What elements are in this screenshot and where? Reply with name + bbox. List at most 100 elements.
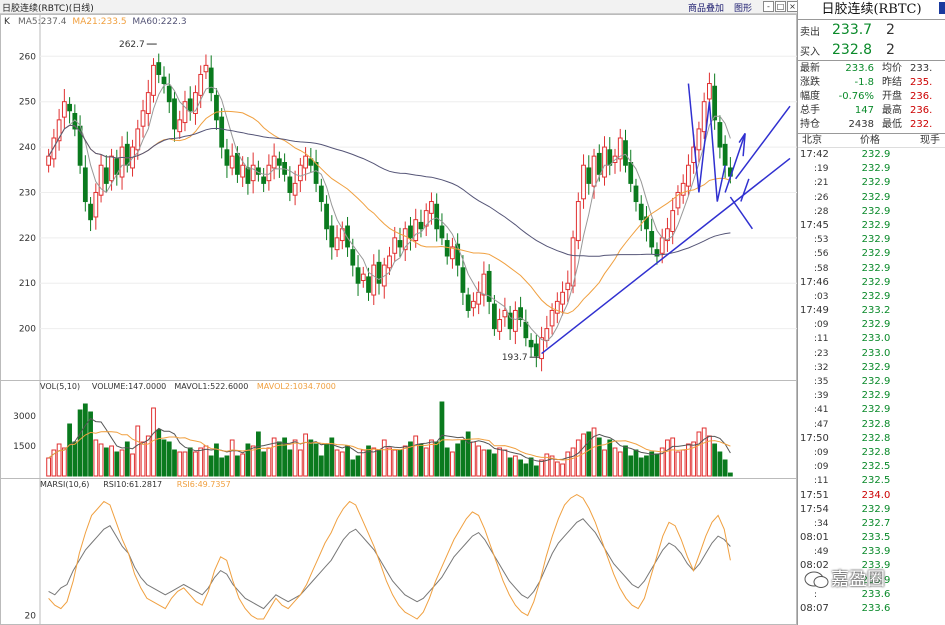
tick-row[interactable]: :41 232.9 bbox=[798, 403, 945, 417]
volume-bar bbox=[151, 407, 156, 477]
stat-value: 233.6 bbox=[845, 63, 874, 74]
legend-entry: MARSI(10,6) bbox=[40, 480, 89, 489]
volume-bar bbox=[570, 447, 576, 477]
candle-body bbox=[371, 264, 377, 296]
tick-price: 232.9 bbox=[861, 262, 891, 274]
stat-label: 开盘 bbox=[882, 91, 902, 102]
volume-bar bbox=[339, 451, 345, 477]
tick-time: :09 bbox=[814, 462, 829, 473]
volume-bar bbox=[193, 451, 198, 477]
kline-chart[interactable]: 200 210 220 230 240 250 260 K MA5:237.4 MA21:233.… bbox=[0, 0, 797, 625]
tick-row[interactable]: 17:45 232.9 bbox=[798, 219, 945, 233]
tick-price: 232.9 bbox=[861, 248, 891, 260]
candle-body bbox=[135, 128, 141, 151]
tick-row[interactable]: :32 232.9 bbox=[798, 361, 945, 375]
tick-time: :03 bbox=[814, 291, 829, 302]
tick-row[interactable]: :11 232.5 bbox=[798, 474, 945, 488]
volume-bar bbox=[465, 431, 471, 477]
candle-body bbox=[439, 225, 445, 239]
tick-row[interactable]: :35 232.9 bbox=[798, 375, 945, 389]
volume-bar bbox=[360, 449, 366, 477]
rsi10-line bbox=[48, 518, 731, 610]
candle-body bbox=[560, 291, 565, 305]
candle-body bbox=[161, 76, 167, 85]
annotation-label: 262.7 bbox=[119, 40, 145, 50]
tick-row[interactable]: 08:01 233.5 bbox=[798, 531, 945, 545]
quote-stats: 最新 233.6 均价 233. 涨跌 -1.8 昨结 235. 幅度 -0.76%… bbox=[798, 61, 945, 134]
volume-bar bbox=[502, 449, 508, 477]
volume-bar bbox=[72, 441, 78, 477]
volume-bar bbox=[177, 451, 183, 477]
tick-row[interactable]: 08:07 233.6 bbox=[798, 602, 945, 616]
candle-body bbox=[198, 73, 204, 96]
tick-row[interactable]: :09 232.8 bbox=[798, 446, 945, 460]
tick-row[interactable]: 17:54 232.9 bbox=[798, 503, 945, 517]
candle-body bbox=[649, 230, 655, 248]
tick-row[interactable]: :11 233.0 bbox=[798, 332, 945, 346]
candle-body bbox=[397, 240, 403, 248]
tick-row[interactable]: :53 232.9 bbox=[798, 233, 945, 247]
volume-bar bbox=[219, 457, 225, 477]
candle-body bbox=[481, 273, 487, 296]
tick-time: :11 bbox=[814, 476, 829, 487]
tick-row[interactable]: :39 232.9 bbox=[798, 389, 945, 403]
tick-price: 232.9 bbox=[861, 390, 891, 402]
volume-bar bbox=[471, 441, 476, 477]
y-tick-label: 240 bbox=[19, 143, 36, 153]
tick-price: 232.9 bbox=[861, 191, 891, 203]
tick-row[interactable]: :09 232.9 bbox=[798, 318, 945, 332]
candle-body bbox=[476, 291, 482, 305]
tick-row[interactable]: :58 232.9 bbox=[798, 262, 945, 276]
volume-bar bbox=[240, 453, 246, 477]
trendline-tick bbox=[740, 178, 750, 202]
tick-row[interactable]: 17:42 232.9 bbox=[798, 148, 945, 162]
tick-row[interactable]: 17:51 234.0 bbox=[798, 489, 945, 503]
stat-label: 持仓 bbox=[800, 119, 820, 130]
volume-bar bbox=[402, 445, 408, 477]
tick-row[interactable]: :21 232.9 bbox=[798, 176, 945, 190]
stat-label: 最低 bbox=[882, 119, 902, 130]
stat-row: 涨跌 -1.8 昨结 235. bbox=[798, 76, 945, 90]
volume-bar bbox=[318, 455, 324, 477]
tick-price: 232.9 bbox=[861, 503, 891, 515]
volume-bar bbox=[261, 451, 267, 477]
candle-body bbox=[533, 343, 539, 357]
candle-body bbox=[387, 255, 392, 269]
candle-body bbox=[187, 98, 193, 112]
tick-row[interactable]: :03 232.9 bbox=[798, 290, 945, 304]
tick-row[interactable]: :34 232.7 bbox=[798, 517, 945, 531]
volume-bar bbox=[633, 449, 639, 477]
tick-row[interactable]: :47 232.8 bbox=[798, 418, 945, 432]
candle-body bbox=[172, 98, 177, 130]
candle-body bbox=[124, 143, 130, 166]
candle-body bbox=[638, 203, 644, 221]
stat-value: -1.8 bbox=[854, 77, 874, 88]
tick-time: 17:45 bbox=[800, 219, 829, 231]
tick-price: 234.0 bbox=[861, 489, 891, 501]
tick-row[interactable]: :56 232.9 bbox=[798, 247, 945, 261]
tick-row[interactable]: :49 233.9 bbox=[798, 545, 945, 559]
tick-row[interactable]: 17:49 233.2 bbox=[798, 304, 945, 318]
tick-list[interactable]: 17:42 232.9:19 232.9:21 232.9:26 232.9:2… bbox=[798, 148, 945, 616]
volume-bar bbox=[46, 457, 52, 477]
tick-row[interactable]: :28 232.9 bbox=[798, 205, 945, 219]
volume-bar bbox=[140, 441, 146, 477]
tick-row[interactable]: 17:50 232.8 bbox=[798, 432, 945, 446]
tick-row[interactable]: :23 233.0 bbox=[798, 347, 945, 361]
tick-row[interactable]: :09 232.5 bbox=[798, 460, 945, 474]
volume-bar bbox=[235, 455, 240, 477]
y-tick-label: 230 bbox=[19, 188, 36, 198]
candle-body bbox=[628, 162, 634, 184]
tick-row[interactable]: 17:46 232.9 bbox=[798, 276, 945, 290]
tick-price: 233.9 bbox=[861, 546, 891, 558]
candle-body bbox=[103, 167, 109, 184]
volume-bar bbox=[161, 439, 167, 477]
volume-bar bbox=[114, 451, 120, 477]
candle-body bbox=[544, 328, 550, 341]
y-tick-label: 220 bbox=[19, 234, 36, 244]
volume-bar bbox=[565, 451, 571, 477]
tick-row[interactable]: :19 232.9 bbox=[798, 162, 945, 176]
legend-entry: MAVOL1:522.6000 bbox=[174, 382, 248, 391]
tick-row[interactable]: :26 232.9 bbox=[798, 191, 945, 205]
tick-price: 233.5 bbox=[861, 532, 891, 544]
